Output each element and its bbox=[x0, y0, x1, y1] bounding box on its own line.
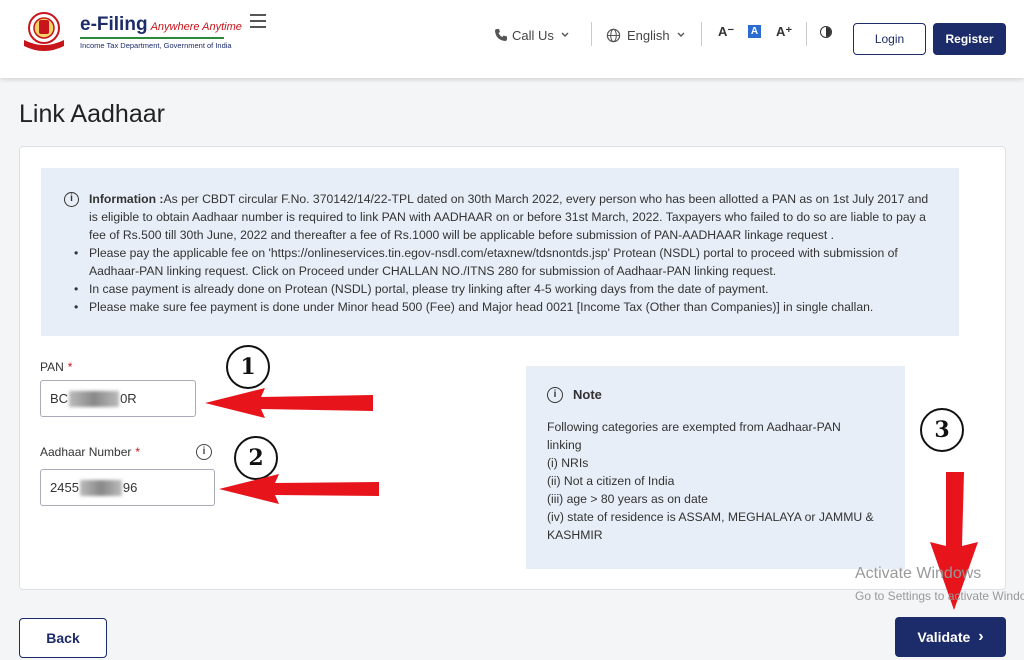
redaction-mask bbox=[79, 479, 122, 496]
note-line: (ii) Not a citizen of India bbox=[547, 474, 675, 488]
help-info-icon[interactable]: i bbox=[196, 444, 212, 460]
redaction-mask bbox=[69, 390, 120, 407]
note-line: (iii) age > 80 years as on date bbox=[547, 492, 708, 506]
note-line: Following categories are exempted from A… bbox=[547, 420, 841, 434]
chevron-down-icon bbox=[561, 32, 569, 37]
divider bbox=[591, 22, 592, 46]
info-bullet: Please pay the applicable fee on 'https:… bbox=[74, 244, 929, 280]
font-default-button[interactable]: A bbox=[748, 25, 761, 38]
brand-subtitle: Income Tax Department, Government of Ind… bbox=[80, 41, 232, 50]
phone-icon bbox=[495, 29, 507, 41]
divider bbox=[806, 22, 807, 46]
brand-tagline: Anywhere Anytime bbox=[150, 21, 242, 33]
language-dropdown[interactable]: English bbox=[606, 24, 686, 46]
pan-input[interactable]: BC 0R bbox=[40, 380, 196, 417]
arrow-to-aadhaar-icon bbox=[219, 474, 379, 504]
top-header: e-Filing Anywhere Anytime Income Tax Depa… bbox=[0, 0, 1024, 78]
language-label: English bbox=[627, 27, 670, 43]
login-button[interactable]: Login bbox=[853, 23, 926, 55]
step-3-marker: 3 bbox=[920, 408, 964, 452]
note-line: linking bbox=[547, 438, 582, 452]
info-icon: i bbox=[64, 192, 79, 207]
page-title: Link Aadhaar bbox=[19, 100, 165, 128]
globe-icon bbox=[606, 28, 621, 42]
note-line: KASHMIR bbox=[547, 528, 603, 542]
arrow-to-pan-icon bbox=[205, 388, 373, 418]
info-lead: Information :As per CBDT circular F.No. … bbox=[89, 192, 929, 242]
validate-button[interactable]: Validate › bbox=[895, 617, 1006, 657]
brand-underline bbox=[80, 37, 224, 39]
information-box: i Information :As per CBDT circular F.No… bbox=[41, 168, 959, 336]
font-increase-button[interactable]: A⁺ bbox=[776, 24, 792, 40]
contrast-icon[interactable] bbox=[820, 26, 832, 38]
back-button[interactable]: Back bbox=[19, 618, 107, 658]
menu-icon[interactable] bbox=[250, 14, 266, 28]
pan-label: PAN * bbox=[40, 360, 73, 374]
aadhaar-input[interactable]: 2455 96 bbox=[40, 469, 215, 506]
info-bullet: In case payment is already done on Prote… bbox=[74, 280, 929, 298]
note-line: (iv) state of residence is ASSAM, MEGHAL… bbox=[547, 510, 874, 524]
info-icon: i bbox=[547, 387, 563, 403]
note-line: (i) NRIs bbox=[547, 456, 589, 470]
windows-activation-watermark: Activate Windows Go to Settings to activ… bbox=[855, 565, 1024, 603]
chevron-right-icon: › bbox=[978, 628, 984, 645]
chevron-down-icon bbox=[677, 32, 685, 37]
call-us-label: Call Us bbox=[512, 27, 554, 43]
brand-title: e-Filing Anywhere Anytime bbox=[80, 14, 242, 35]
register-button[interactable]: Register bbox=[933, 23, 1006, 55]
note-box: i Note Following categories are exempted… bbox=[526, 366, 905, 569]
emblem-icon bbox=[24, 12, 64, 51]
font-decrease-button[interactable]: A⁻ bbox=[718, 24, 734, 40]
link-aadhaar-card: i Information :As per CBDT circular F.No… bbox=[19, 146, 1006, 590]
call-us-dropdown[interactable]: Call Us bbox=[494, 24, 570, 46]
aadhaar-label: Aadhaar Number * bbox=[40, 445, 141, 459]
efiling-logo[interactable]: e-Filing Anywhere Anytime Income Tax Depa… bbox=[18, 10, 242, 52]
note-heading: i Note bbox=[547, 386, 885, 404]
divider bbox=[701, 22, 702, 46]
info-bullet: Please make sure fee payment is done und… bbox=[74, 298, 929, 316]
step-1-marker: 1 bbox=[226, 345, 270, 389]
